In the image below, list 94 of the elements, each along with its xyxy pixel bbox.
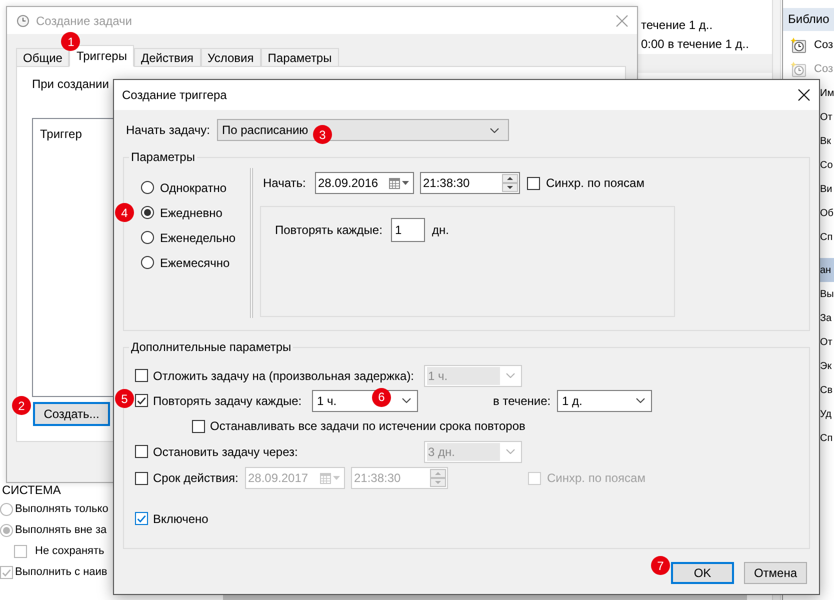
step-marker: 4 <box>115 203 134 222</box>
check-mark-icon <box>137 396 146 404</box>
radio-button[interactable] <box>141 181 154 194</box>
radio-label: Однократно <box>160 180 227 196</box>
number-field[interactable]: 1 <box>391 218 425 242</box>
checkbox-label: Отложить задачу на (произвольная задержка): <box>153 368 414 384</box>
group-title: Параметры <box>130 150 196 164</box>
step-marker: 5 <box>115 389 134 408</box>
radio-button[interactable] <box>141 231 154 244</box>
calendar-icon <box>320 472 331 484</box>
action-item[interactable]: Сп <box>820 225 834 249</box>
step-marker: 6 <box>372 388 391 406</box>
spin-arrows-icon <box>502 174 518 192</box>
checkbox-label: Повторять задачу каждые: <box>153 392 302 410</box>
radio-button[interactable] <box>141 206 154 219</box>
check-mark-icon <box>137 514 146 522</box>
step-marker: 7 <box>651 556 670 575</box>
action-item[interactable]: От <box>820 330 834 354</box>
date-field[interactable]: 28.09.2016 <box>315 172 414 194</box>
action-item[interactable]: От <box>820 105 834 129</box>
action-item[interactable]: Эк <box>820 354 834 378</box>
action-item[interactable]: Ви <box>820 177 834 201</box>
dropdown[interactable]: 1 д. <box>557 390 652 412</box>
close-icon <box>616 14 628 26</box>
radio-label: Выполнять вне за <box>15 523 107 538</box>
action-item[interactable]: Соз <box>783 33 834 57</box>
step-marker: 2 <box>12 396 31 415</box>
field-label: Начать: <box>263 175 307 192</box>
panel-header: Библио <box>783 8 834 31</box>
action-item[interactable]: Сп <box>820 426 834 450</box>
time-field[interactable]: 21:38:30 <box>420 172 520 194</box>
checkbox[interactable] <box>14 545 27 558</box>
field-label: Повторять каждые: <box>275 222 384 239</box>
create-button[interactable]: Создать... <box>33 402 110 426</box>
checkbox-label: Синхр. по поясам <box>547 470 646 487</box>
action-item[interactable]: Со <box>820 153 834 177</box>
window-title: Создание триггера <box>122 87 228 104</box>
action-item[interactable]: Об <box>820 201 834 225</box>
field-label: в течение: <box>493 392 552 410</box>
checkbox-label: Включено <box>153 510 208 528</box>
radio-button[interactable] <box>141 256 154 269</box>
action-item[interactable]: Вы <box>820 282 834 306</box>
intro-text: При создании <box>32 77 110 91</box>
field-label: Начать задачу: <box>126 122 211 139</box>
list-cell-text: 0:00 в течение 1 д.. <box>640 36 750 53</box>
column-header: Триггер <box>40 127 83 141</box>
tab[interactable]: Общие <box>16 48 70 67</box>
action-item[interactable]: Уд <box>820 402 834 426</box>
action-item[interactable]: За <box>820 306 834 330</box>
chevron-down-icon <box>636 398 645 403</box>
checkbox-label: Срок действия: <box>153 470 238 487</box>
dialog-button[interactable]: OK <box>671 562 734 584</box>
radio-button[interactable] <box>0 524 13 537</box>
checkbox-label: Останавливать все задачи по истечении срока повторов <box>210 418 526 435</box>
action-item[interactable]: Им <box>820 81 834 105</box>
chevron-down-icon <box>506 373 515 378</box>
action-item[interactable]: Вк <box>820 129 834 153</box>
section-header[interactable]: ан <box>820 258 834 282</box>
tab[interactable]: Условия <box>200 48 261 67</box>
close-icon <box>798 89 810 101</box>
calendar-icon <box>389 178 400 188</box>
checkbox-label: Остановить задачу через: <box>153 444 298 460</box>
tab[interactable]: Действия <box>134 48 201 67</box>
tab[interactable]: Параметры <box>260 48 339 67</box>
action-item[interactable]: Св <box>820 378 834 402</box>
checkbox[interactable] <box>192 420 205 432</box>
caret-down-icon <box>402 181 409 185</box>
checkbox-label: Выполнить с наив <box>15 565 108 580</box>
group-title: Дополнительные параметры <box>130 340 292 354</box>
checkbox[interactable] <box>135 512 148 525</box>
spin-arrows-icon <box>430 469 446 487</box>
radio-label: Ежемесячно <box>160 254 230 272</box>
checkbox[interactable] <box>135 394 148 407</box>
chevron-down-icon <box>490 128 499 132</box>
chevron-down-icon <box>506 449 515 454</box>
caret-down-icon <box>333 476 340 480</box>
window-title: Создание задачи <box>36 12 133 30</box>
list-cell-text: течение 1 д.. <box>640 17 714 34</box>
checkbox[interactable] <box>527 176 540 190</box>
unit-label: дн. <box>432 222 449 239</box>
radio-button[interactable] <box>0 503 13 516</box>
section-title: СИСТЕМА <box>1 483 62 497</box>
clock-icon <box>17 14 29 26</box>
radio-label: Ежедневно <box>160 204 222 222</box>
checkbox-label: Синхр. по поясам <box>546 175 644 192</box>
dialog-button[interactable]: Отмена <box>744 562 807 584</box>
radio-label: Выполнять только <box>15 502 108 518</box>
tab[interactable]: Триггеры <box>69 45 134 67</box>
checkbox-label: Не сохранять <box>35 544 104 560</box>
check-mark-icon <box>2 568 11 576</box>
checkbox[interactable] <box>0 566 13 579</box>
chevron-down-icon <box>402 398 411 403</box>
scrollbar-thumb[interactable] <box>223 595 747 600</box>
radio-label: Еженедельно <box>160 230 236 246</box>
